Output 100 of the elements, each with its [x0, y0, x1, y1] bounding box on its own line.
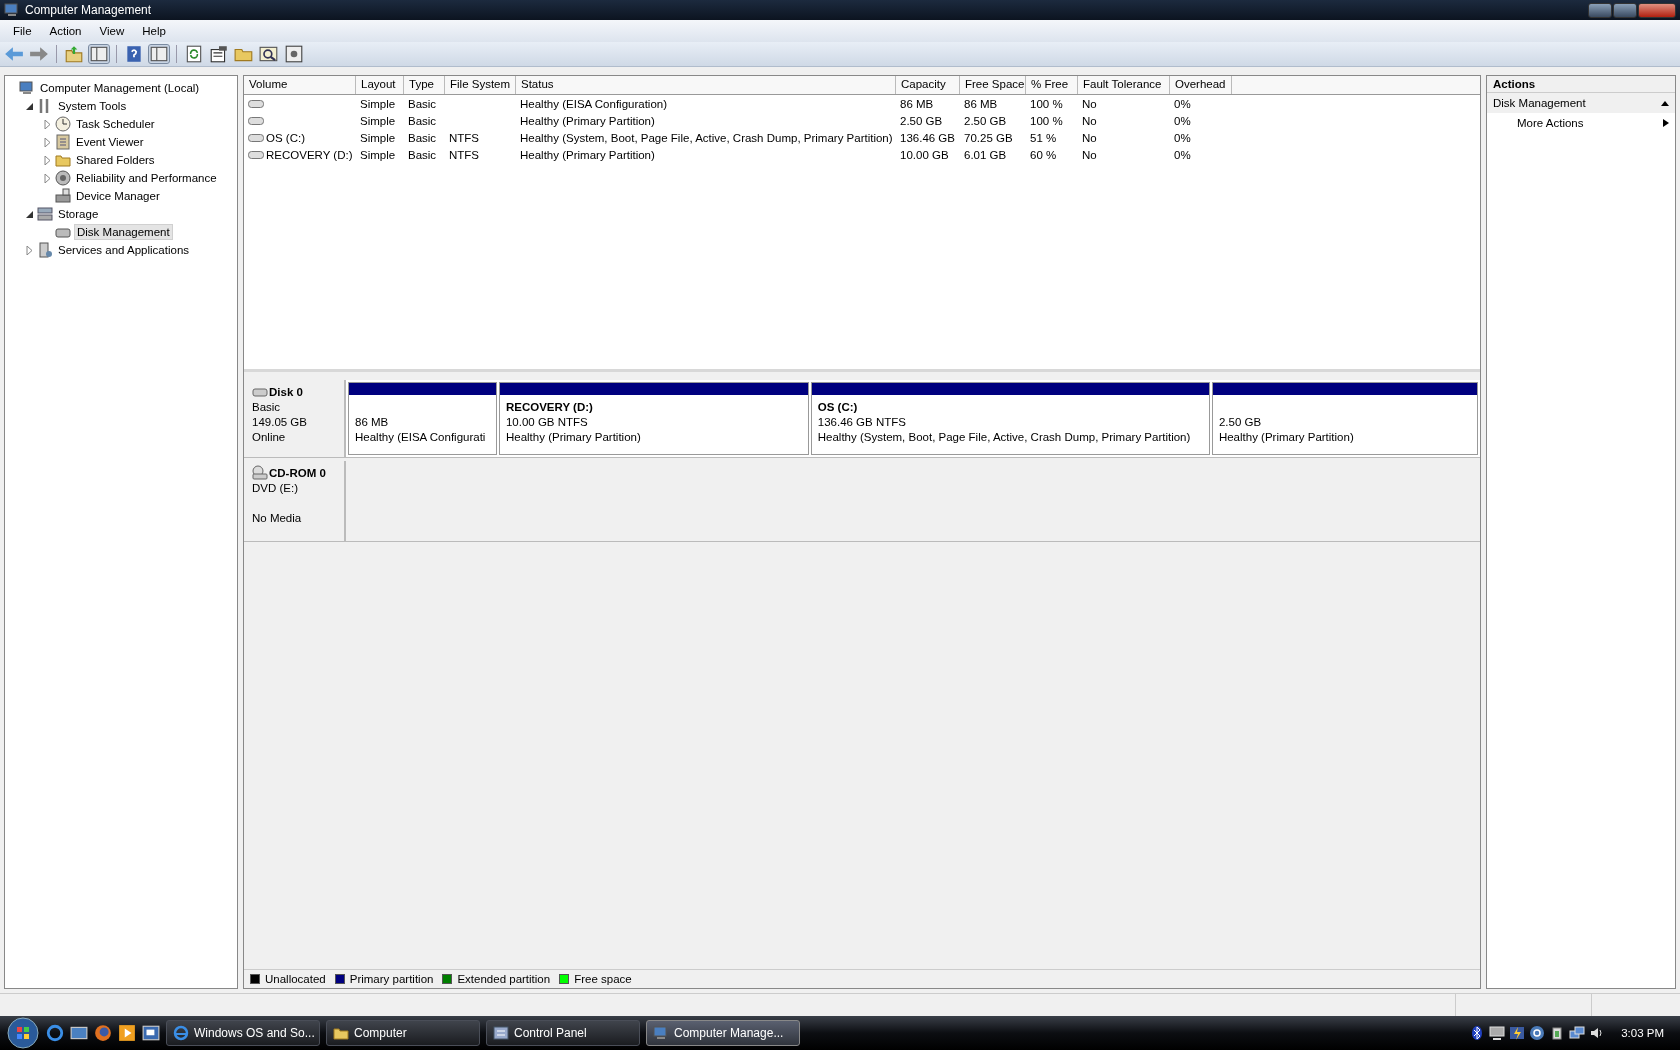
taskbar-button[interactable]: Computer	[326, 1020, 480, 1046]
clock[interactable]: 3:03 PM	[1621, 1027, 1664, 1039]
start-button[interactable]	[6, 1016, 40, 1050]
network-icon[interactable]	[1569, 1025, 1586, 1041]
menu-item[interactable]: View	[90, 23, 134, 39]
tree-item[interactable]: Task Scheduler	[74, 117, 157, 131]
column-header[interactable]: Overhead	[1170, 76, 1232, 94]
server-icon	[37, 242, 53, 258]
panel-toggle-icon[interactable]	[89, 45, 109, 63]
close-button[interactable]	[1638, 2, 1676, 18]
settings-icon[interactable]	[284, 45, 304, 63]
table-cell: No	[1082, 114, 1097, 127]
folder-up-icon[interactable]	[64, 45, 84, 63]
disk-name: Disk 0	[269, 384, 303, 400]
column-header[interactable]: % Free	[1026, 76, 1078, 94]
search-icon[interactable]	[259, 45, 279, 63]
table-cell: Healthy (Primary Partition)	[520, 114, 655, 127]
lightning-icon[interactable]	[1509, 1025, 1526, 1041]
table-cell: 60 %	[1030, 148, 1057, 161]
table-cell: Healthy (EISA Configuration)	[520, 97, 668, 110]
menu-item[interactable]: Help	[133, 23, 175, 39]
menu-item[interactable]: Action	[40, 23, 91, 39]
collapse-arrow-icon[interactable]	[1661, 100, 1669, 106]
properties-icon[interactable]	[209, 45, 229, 63]
drive-icon	[248, 98, 264, 109]
tree-item[interactable]: Storage	[56, 207, 101, 221]
table-cell: 86 MB	[964, 97, 998, 110]
disk-info: Basic	[252, 401, 281, 413]
column-header[interactable]: Free Space	[960, 76, 1026, 94]
column-header[interactable]: Fault Tolerance	[1078, 76, 1170, 94]
column-header[interactable]: Volume	[244, 76, 356, 94]
table-cell: 136.46 GB	[900, 131, 955, 144]
tree-item[interactable]: Device Manager	[74, 189, 162, 203]
forward-icon[interactable]	[29, 45, 49, 63]
folder-icon	[333, 1025, 349, 1041]
table-cell: Simple	[360, 114, 396, 127]
windows-switch-icon[interactable]	[142, 1024, 160, 1042]
column-header[interactable]: Layout	[356, 76, 404, 94]
legend-label: Unallocated	[265, 973, 326, 985]
table-cell: 0%	[1174, 97, 1191, 110]
tree-item[interactable]: Event Viewer	[74, 135, 146, 149]
help-icon[interactable]	[124, 45, 144, 63]
action-item[interactable]: More Actions	[1487, 113, 1675, 133]
tree-item[interactable]: Computer Management (Local)	[38, 81, 202, 95]
tree-item[interactable]: Services and Applications	[56, 243, 192, 257]
disk-info: DVD (E:)	[252, 482, 298, 494]
collapsed-arrow-icon[interactable]	[43, 155, 52, 165]
partition-block[interactable]: RECOVERY (D:) 10.00 GB NTFS Healthy (Primary Partition)	[498, 382, 809, 455]
legend-label: Primary partition	[349, 973, 434, 985]
taskbar-button[interactable]: Computer Manage...	[646, 1020, 800, 1046]
maximize-button[interactable]	[1613, 2, 1637, 18]
monitor-icon[interactable]	[1489, 1025, 1506, 1041]
partition-status: Healthy (System, Boot, Page File, Active, Crash Dump, Primary Partition)	[817, 431, 1191, 443]
partition-name: OS (C:)	[817, 401, 858, 413]
partition-status: Healthy (Primary Partition)	[1218, 431, 1354, 443]
partition-block[interactable]: 86 MB Healthy (EISA Configurati	[348, 382, 497, 455]
taskbar-button[interactable]: Windows OS and So...	[166, 1020, 320, 1046]
gauge-icon	[55, 170, 71, 186]
refresh-icon[interactable]	[184, 45, 204, 63]
expanded-arrow-icon[interactable]	[25, 101, 34, 111]
computer-icon	[653, 1025, 669, 1041]
media-player-icon[interactable]	[118, 1024, 136, 1042]
log-icon	[55, 134, 71, 150]
optical-drive-icon	[252, 465, 268, 481]
tree-item[interactable]: Reliability and Performance	[74, 171, 219, 185]
control-panel-icon	[493, 1025, 509, 1041]
desktop-icon[interactable]	[70, 1024, 88, 1042]
disk-info: No Media	[252, 512, 302, 524]
collapsed-arrow-icon[interactable]	[43, 137, 52, 147]
drive-icon	[248, 149, 264, 160]
column-header[interactable]: Status	[516, 76, 896, 94]
computer-icon	[19, 80, 35, 96]
collapsed-arrow-icon[interactable]	[43, 173, 52, 183]
partition-block[interactable]: 2.50 GB Healthy (Primary Partition)	[1211, 382, 1478, 455]
actions-section[interactable]: Disk Management	[1487, 93, 1675, 113]
tree-item[interactable]: Disk Management	[74, 224, 173, 240]
table-cell: No	[1082, 148, 1097, 161]
collapsed-arrow-icon[interactable]	[25, 245, 34, 255]
partition-status: Healthy (Primary Partition)	[505, 431, 641, 443]
submenu-arrow-icon	[1663, 119, 1669, 127]
panel-toggle-icon[interactable]	[149, 45, 169, 63]
table-cell: Simple	[360, 148, 396, 161]
minimize-button[interactable]	[1588, 2, 1612, 18]
collapsed-arrow-icon[interactable]	[43, 119, 52, 129]
tree-item[interactable]: Shared Folders	[74, 153, 157, 167]
browser-icon[interactable]	[46, 1024, 64, 1042]
expanded-arrow-icon[interactable]	[25, 209, 34, 219]
menu-item[interactable]: File	[4, 23, 41, 39]
partition-size: 136.46 GB NTFS	[817, 416, 906, 428]
table-cell: 2.50 GB	[964, 114, 1007, 127]
table-cell: 6.01 GB	[964, 148, 1007, 161]
computer-icon	[4, 2, 20, 18]
drive-icon	[248, 132, 264, 143]
partition-block[interactable]: OS (C:) 136.46 GB NTFS Healthy (System, Boot, Page File, Active, Crash Dump, Primary Partition)	[810, 382, 1210, 455]
column-header[interactable]: Capacity	[896, 76, 960, 94]
tree-item[interactable]: System Tools	[56, 99, 129, 113]
table-cell: NTFS	[449, 148, 480, 161]
taskbar-button[interactable]: Control Panel	[486, 1020, 640, 1046]
column-header[interactable]: Type	[404, 76, 445, 94]
column-header[interactable]: File System	[445, 76, 516, 94]
